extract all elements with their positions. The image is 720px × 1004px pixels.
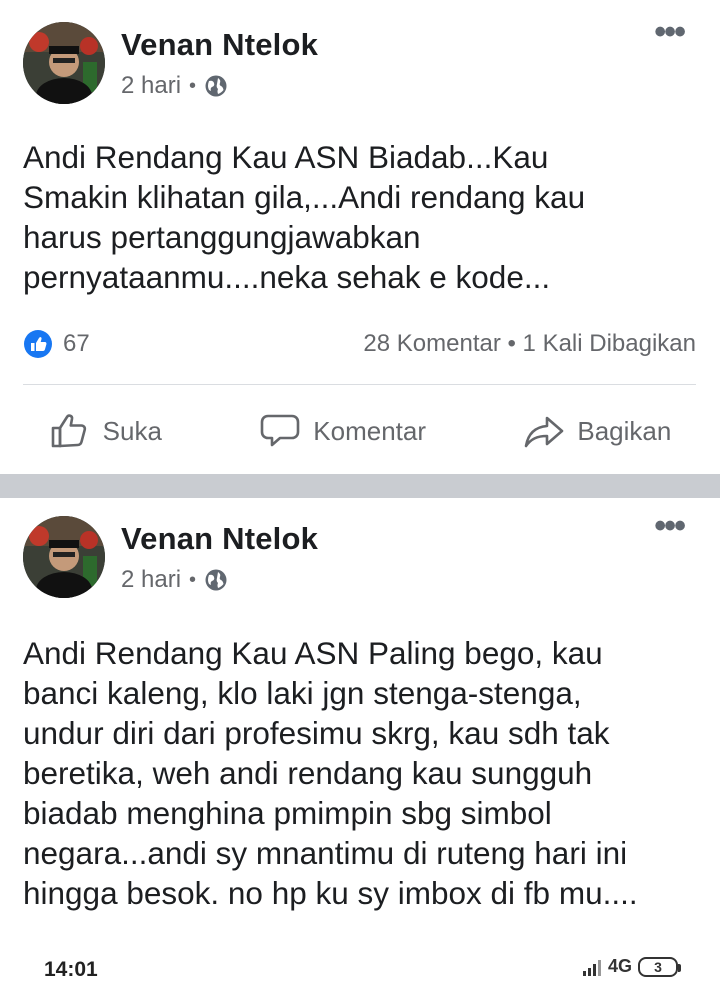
like-button[interactable]: Suka [49,410,162,452]
post-time[interactable]: 2 hari [121,72,181,100]
comment-icon [260,414,300,447]
post-stats: 67 28 Komentar • 1 Kali Dibagikan [23,324,696,364]
divider [23,384,696,385]
post-author[interactable]: Venan Ntelok [121,27,318,63]
post-body: Andi Rendang Kau ASN Biadab...Kau Smakin… [23,139,586,295]
battery-level: 3 [654,958,662,975]
post-author[interactable]: Venan Ntelok [121,521,318,557]
share-icon [525,416,564,448]
battery-icon: 3 [638,956,681,977]
share-label: Bagikan [577,415,672,446]
signal-bars-icon [582,959,601,976]
separator-dot: • [189,568,197,591]
comment-button[interactable]: Komentar [259,410,426,452]
post-2: Venan Ntelok 2 hari • ••• Andi Rendang K… [0,498,720,928]
status-bar: 14:01 4G 3 [0,934,720,1004]
like-count[interactable]: 67 [63,330,90,358]
avatar[interactable] [23,516,105,598]
like-label: Suka [102,415,162,446]
post-meta: 2 hari • [121,72,228,100]
comment-label: Komentar [313,415,427,446]
like-reaction-icon [24,330,52,358]
comment-share-count[interactable]: 28 Komentar • 1 Kali Dibagikan [363,330,696,358]
globe-icon [205,75,227,97]
separator-dot: • [189,74,197,97]
avatar[interactable] [23,22,105,104]
feed-separator [0,474,720,498]
post-1: Venan Ntelok 2 hari • ••• Andi Rendang K… [0,0,720,474]
thumbs-up-icon [51,414,86,448]
network-type: 4G [607,956,632,976]
more-options-icon[interactable]: ••• [654,15,686,49]
post-time[interactable]: 2 hari [121,566,181,594]
post-actions: Suka Komentar Bagikan [0,400,720,462]
more-options-icon[interactable]: ••• [654,509,686,543]
post-body: Andi Rendang Kau ASN Paling bego, kau ba… [23,635,638,911]
post-meta: 2 hari • [121,566,228,594]
signal-indicator: 4G 3 [582,956,681,977]
share-button[interactable]: Bagikan [523,410,671,452]
globe-icon [205,569,227,591]
status-time: 14:01 [44,958,98,981]
